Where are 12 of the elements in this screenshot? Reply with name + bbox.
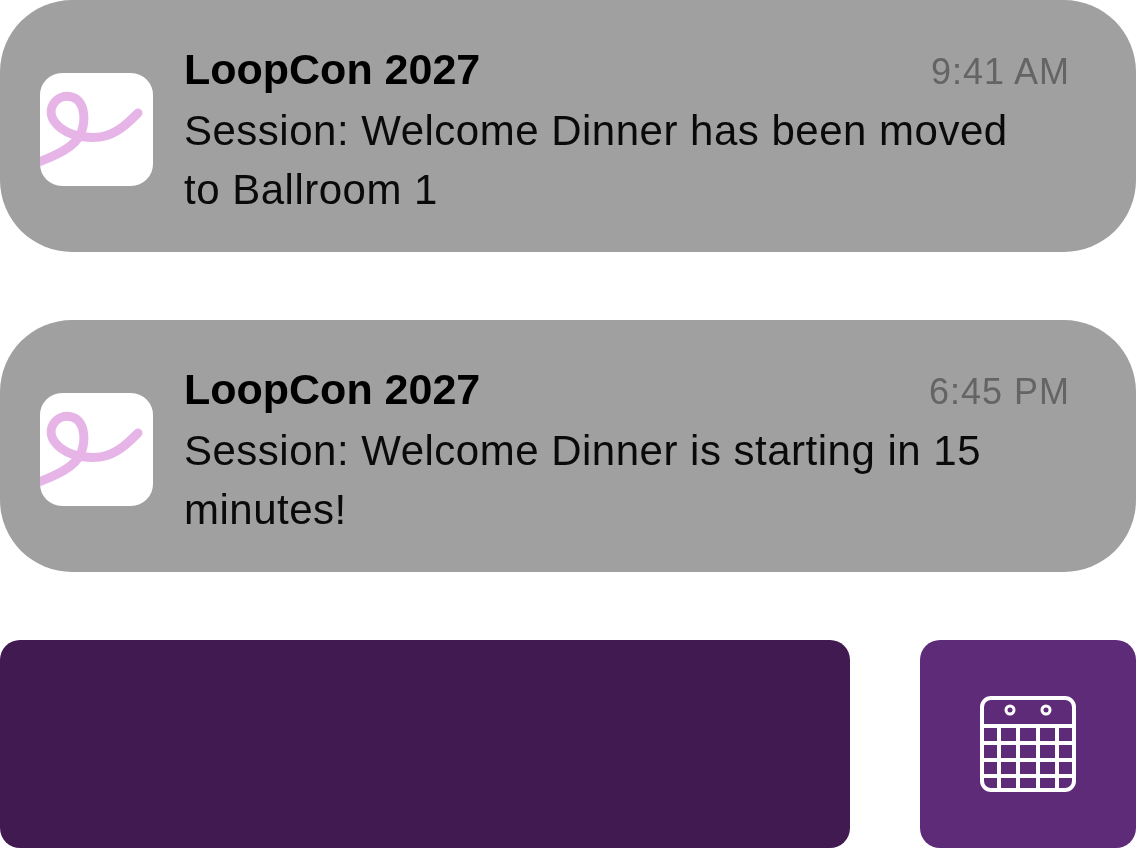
notification-message: Session: Welcome Dinner is starting in 15 minutes! [184,426,983,535]
notification-card[interactable]: LoopCon 2027 9:41 AM Session: Welcome Dinner has been moved to Ballroom 1 [0,0,1136,252]
app-name: LoopCon 2027 [184,364,481,415]
ribbon-loop-icon [40,393,153,506]
notification-time: 9:41 AM [930,50,1070,94]
ribbon-loop-icon [40,73,153,186]
notification-message: Session: Welcome Dinner has been moved to Ballroom 1 [184,106,1009,215]
notification-time: 6:45 PM [928,370,1070,414]
calendar-icon [980,696,1076,792]
app-name: LoopCon 2027 [184,44,481,95]
calendar-button[interactable] [920,640,1136,848]
notification-card[interactable]: LoopCon 2027 6:45 PM Session: Welcome Dinner is starting in 15 minutes! [0,320,1136,572]
